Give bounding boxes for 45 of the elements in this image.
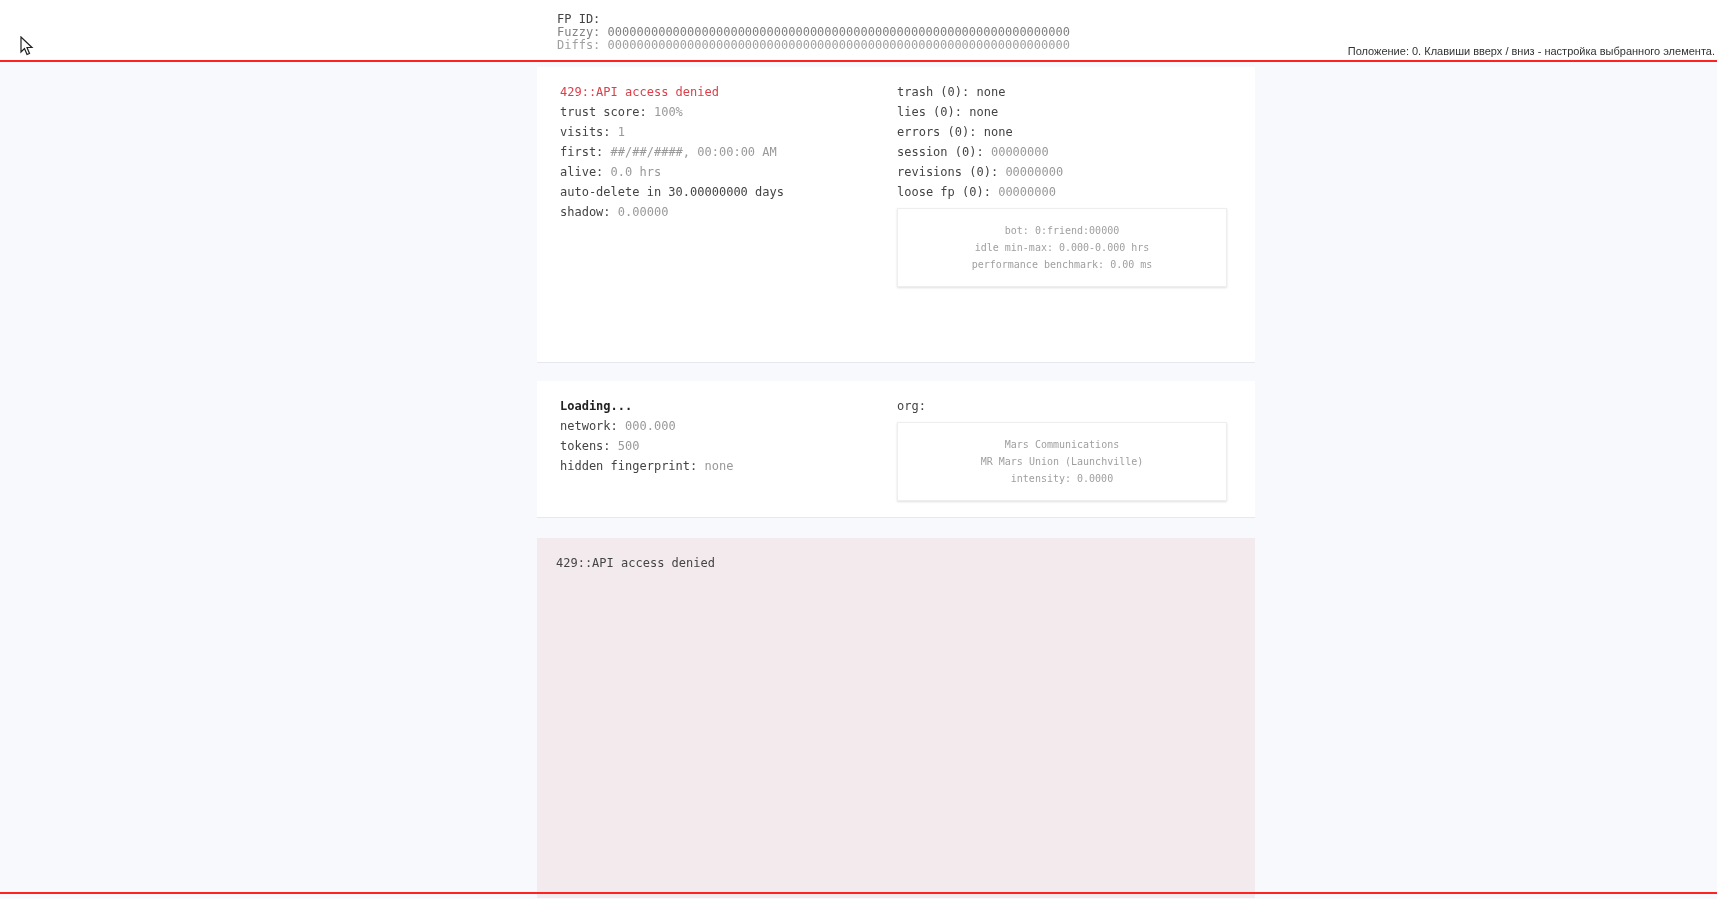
field-label: visits: (560, 125, 611, 139)
status-hint: Положение: 0. Клавиши вверх / вниз - настройка выбранного элемента. (1347, 43, 1715, 59)
cursor-icon (20, 36, 34, 56)
field-value: 0.00000 (617, 205, 669, 219)
field-value: 00000000 (990, 145, 1049, 159)
field-label: loose fp (0): (897, 185, 991, 199)
hash-value: 0000000000000000000000000000000000000000000000000000000000000000 (607, 38, 1070, 52)
field-value: 0.0 hrs (610, 165, 662, 179)
error-message: 429::API access denied (556, 555, 716, 572)
field-value: none (983, 125, 1013, 139)
field-label: trust score: (560, 105, 647, 119)
info-text: performance benchmark: 0.00 ms (970, 258, 1154, 272)
hash-label: Fuzzy: (557, 25, 601, 39)
field-label: alive: (560, 165, 604, 179)
field-value: none (704, 459, 734, 473)
hash-value: 0000000000000000000000000000000000000000000000000000000000000000 (607, 25, 1070, 39)
field-label: revisions (0): (897, 165, 999, 179)
field-label: session (0): (897, 145, 984, 159)
field-value: none (969, 105, 999, 119)
info-text: bot: 0:friend:00000 (1003, 224, 1121, 238)
loading-text: Loading... (560, 398, 634, 415)
field-label: first: (560, 145, 604, 159)
field-value: 00000000 (998, 185, 1056, 199)
field-value: 1 (617, 125, 626, 139)
field-label: lies (0): (897, 105, 963, 119)
info-text: MR Mars Union (Launchville) (979, 455, 1145, 469)
info-text: Mars Communications (1003, 438, 1121, 452)
field-label: errors (0): (897, 125, 977, 139)
org-label: org: (897, 398, 927, 415)
info-text: idle min-max: 0.000-0.000 hrs (973, 241, 1151, 255)
field-label: hidden fingerprint: (560, 459, 698, 473)
field-value: 100% (653, 105, 683, 119)
field-value: 500 (617, 439, 640, 453)
hash-label: Diffs: (557, 38, 601, 52)
field-value: 00000000 (1005, 165, 1064, 179)
field-label: network: (560, 419, 618, 433)
field-label: trash (0): (897, 85, 970, 99)
error-message: 429::API access denied (560, 84, 720, 101)
field-label: shadow: (560, 205, 611, 219)
field-value: none (976, 85, 1006, 99)
field-label: tokens: (560, 439, 611, 453)
info-line: auto-delete in 30.00000000 days (560, 184, 785, 201)
info-text: intensity: 0.0000 (1009, 472, 1115, 486)
field-value: 000.000 (625, 419, 676, 433)
fp-id-label: FP ID: (557, 13, 602, 26)
